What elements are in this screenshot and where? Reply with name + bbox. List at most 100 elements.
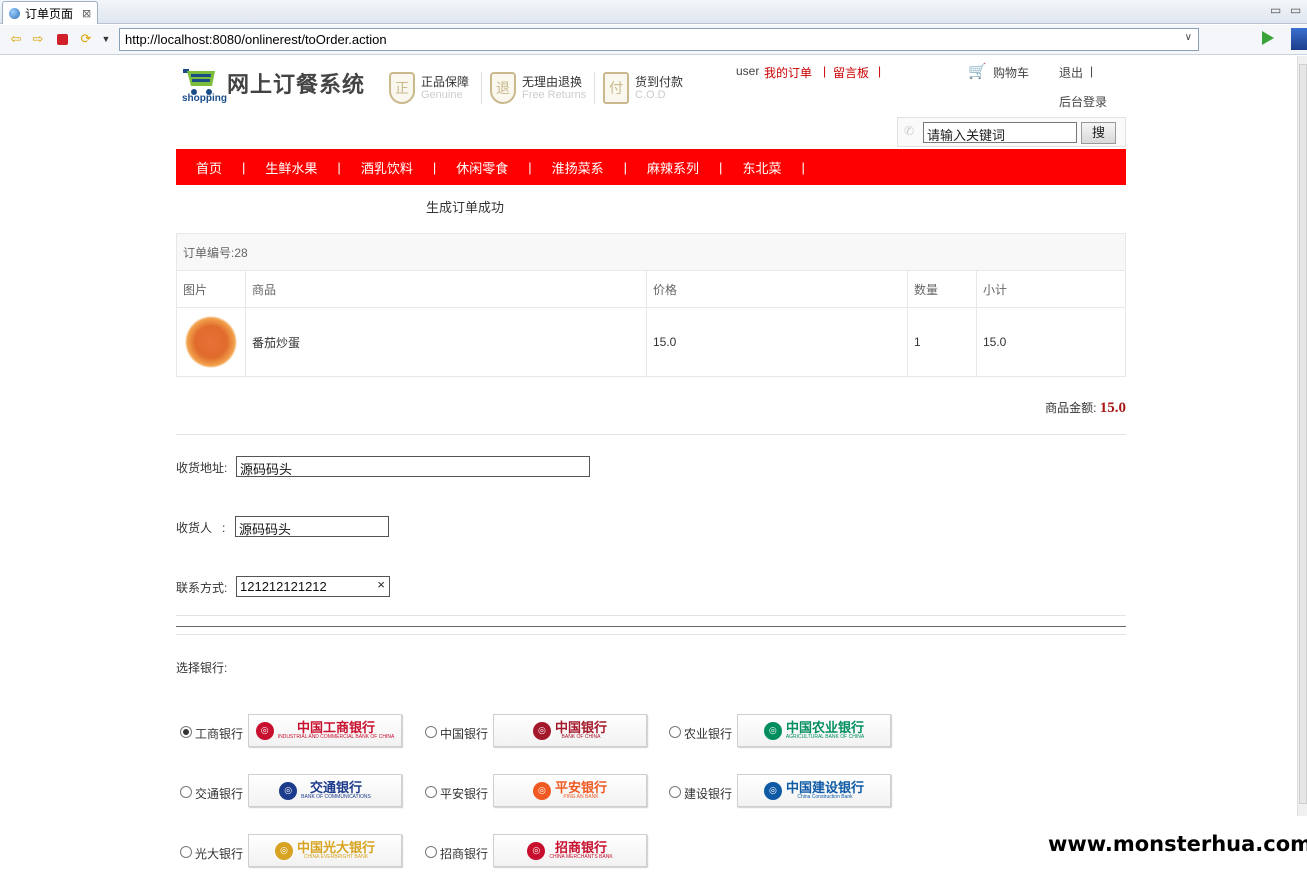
- address-label: 收货地址:: [176, 461, 228, 475]
- nav-drinks[interactable]: 酒乳饮料: [361, 158, 413, 177]
- minimize-icon[interactable]: ▭: [1270, 3, 1281, 17]
- bank-logo[interactable]: ◎ 中国农业银行 AGRICULTURAL BANK OF CHINA: [737, 714, 891, 747]
- bank-logo[interactable]: ◎ 中国工商银行 INDUSTRIAL AND COMMERCIAL BANK OF…: [248, 714, 402, 747]
- bank-emblem-icon: ◎: [279, 781, 298, 800]
- bank-logo[interactable]: ◎ 中国建设银行 China Construction Bank: [737, 774, 891, 807]
- bank-emblem-icon: ◎: [255, 721, 274, 740]
- order-total: 商品金额: 15.0: [1045, 399, 1126, 417]
- bank-emblem-icon: ◎: [763, 721, 782, 740]
- nav-snacks[interactable]: 休闲零食: [456, 158, 508, 177]
- go-icon[interactable]: [1262, 31, 1274, 45]
- my-orders-link[interactable]: 我的订单: [764, 64, 812, 81]
- bank-radio[interactable]: [425, 846, 437, 858]
- scrollbar-thumb[interactable]: [1299, 64, 1307, 804]
- total-label: 商品金额:: [1045, 401, 1097, 415]
- divider: [176, 615, 1126, 616]
- bank-radio-label: 农业银行: [684, 727, 733, 741]
- bank-logo-text: 中国工商银行 INDUSTRIAL AND COMMERCIAL BANK OF …: [278, 720, 395, 741]
- bank-radio[interactable]: [669, 786, 681, 798]
- maximize-icon[interactable]: ▭: [1290, 3, 1301, 17]
- cart-link[interactable]: 购物车: [993, 64, 1029, 81]
- bank-radio[interactable]: [180, 786, 192, 798]
- bank-radio[interactable]: [425, 786, 437, 798]
- browser-tab[interactable]: 订单页面 ⊠: [2, 1, 98, 24]
- bank-logo-sub: CHINA MERCHANTS BANK: [549, 853, 613, 860]
- badge-sub: Free Returns: [522, 89, 587, 101]
- close-tab-icon[interactable]: ⊠: [82, 7, 91, 20]
- back-icon[interactable]: ⇦: [8, 31, 24, 47]
- bank-logo[interactable]: ◎ 交通银行 BANK OF COMMUNICATIONS: [248, 774, 402, 807]
- site-title: 网上订餐系统: [227, 72, 366, 97]
- bank-radio[interactable]: [669, 726, 681, 738]
- forward-icon[interactable]: ⇨: [30, 31, 46, 47]
- shield-icon: 正: [389, 72, 415, 104]
- bank-radio-label: 建设银行: [684, 787, 733, 801]
- badge-title: 正品保障: [421, 75, 470, 89]
- phone-field[interactable]: 121212121212 ×: [236, 576, 390, 597]
- nav-spicy[interactable]: 麻辣系列: [647, 158, 699, 177]
- bank-logo-sub: BANK OF CHINA: [561, 733, 601, 740]
- bank-logo-name: 中国农业银行: [785, 719, 864, 735]
- search-input[interactable]: 请输入关键词: [923, 122, 1077, 143]
- bank-emblem-icon: ◎: [532, 781, 551, 800]
- bank-logo[interactable]: ◎ 平安银行 PING AN BANK: [493, 774, 647, 807]
- clear-icon[interactable]: ×: [377, 577, 385, 592]
- bank-radio[interactable]: [425, 726, 437, 738]
- bank-label: 选择银行:: [176, 661, 228, 675]
- bank-logo[interactable]: ◎ 中国银行 BANK OF CHINA: [493, 714, 647, 747]
- address-field[interactable]: 源码码头: [236, 456, 590, 477]
- bank-logo-name: 中国银行: [554, 719, 607, 735]
- col-header-image: 图片: [176, 270, 246, 308]
- product-image-cell: [176, 307, 246, 377]
- cart-icon[interactable]: 🛒: [968, 62, 987, 80]
- bank-logo-text: 中国银行 BANK OF CHINA: [554, 719, 607, 741]
- success-message: 生成订单成功: [426, 200, 505, 215]
- col-header-price: 价格: [646, 270, 908, 308]
- table-header-row: 图片 商品 价格 数量 小计: [176, 270, 1126, 308]
- bank-logo[interactable]: ◎ 中国光大银行 CHINA EVERBRIGHT BANK: [248, 834, 402, 867]
- bank-logo[interactable]: ◎ 招商银行 CHINA MERCHANTS BANK: [493, 834, 647, 867]
- bank-logo-text: 中国建设银行 China Construction Bank: [786, 780, 864, 801]
- stop-icon[interactable]: [54, 31, 70, 47]
- bank-emblem-icon: ◎: [532, 721, 551, 740]
- bank-radio-label: 工商银行: [195, 727, 244, 741]
- bank-radio-label: 中国银行: [440, 727, 489, 741]
- username: user: [736, 64, 760, 78]
- url-dropdown-icon[interactable]: ∨: [1185, 32, 1192, 43]
- dish-image[interactable]: [183, 314, 239, 370]
- nav-home[interactable]: 首页: [196, 158, 222, 177]
- history-dropdown-icon[interactable]: ▼: [98, 31, 114, 47]
- browser-tab-bar: 订单页面 ⊠ ▭ ▭: [0, 0, 1307, 24]
- bank-logo-sub: AGRICULTURAL BANK OF CHINA: [785, 733, 865, 740]
- bank-radio[interactable]: [180, 726, 192, 738]
- badge-title: 货到付款: [635, 75, 684, 89]
- badge-sub: C.O.D: [635, 89, 666, 101]
- url-bar[interactable]: http://localhost:8080/onlinerest/toOrder…: [119, 28, 1199, 51]
- bank-logo-text: 中国农业银行 AGRICULTURAL BANK OF CHINA: [785, 719, 865, 741]
- globe-icon: [9, 7, 20, 19]
- panel-toggle-icon[interactable]: [1291, 28, 1307, 50]
- bank-logo-name: 交通银行: [309, 779, 362, 795]
- bank-emblem-icon: ◎: [274, 841, 293, 860]
- shield-icon: 退: [490, 72, 516, 104]
- table-row: 订单编号:28: [176, 233, 1126, 271]
- badge-sub: Genuine: [421, 89, 463, 101]
- admin-login-link[interactable]: 后台登录: [1059, 93, 1107, 110]
- bank-radio-label: 招商银行: [440, 847, 489, 861]
- receiver-field[interactable]: 源码码头: [235, 516, 389, 537]
- message-board-link[interactable]: 留言板: [833, 64, 869, 81]
- nav-fresh-fruit[interactable]: 生鲜水果: [265, 158, 317, 177]
- product-qty: 1: [907, 307, 977, 377]
- logout-link[interactable]: 退出: [1059, 64, 1083, 81]
- watermark: www.monsterhua.com: [1048, 832, 1307, 856]
- nav-northeast[interactable]: 东北菜: [742, 158, 781, 177]
- product-name: 番茄炒蛋: [245, 307, 647, 377]
- separator: |: [878, 64, 882, 78]
- bank-radio[interactable]: [180, 846, 192, 858]
- bank-logo-name: 招商银行: [554, 839, 607, 855]
- bank-logo-sub: PING AN BANK: [563, 793, 599, 800]
- scrollbar[interactable]: [1297, 56, 1307, 816]
- search-button[interactable]: 搜: [1081, 122, 1116, 144]
- nav-huaiyang[interactable]: 淮扬菜系: [552, 158, 604, 177]
- refresh-icon[interactable]: ⟳: [78, 31, 94, 47]
